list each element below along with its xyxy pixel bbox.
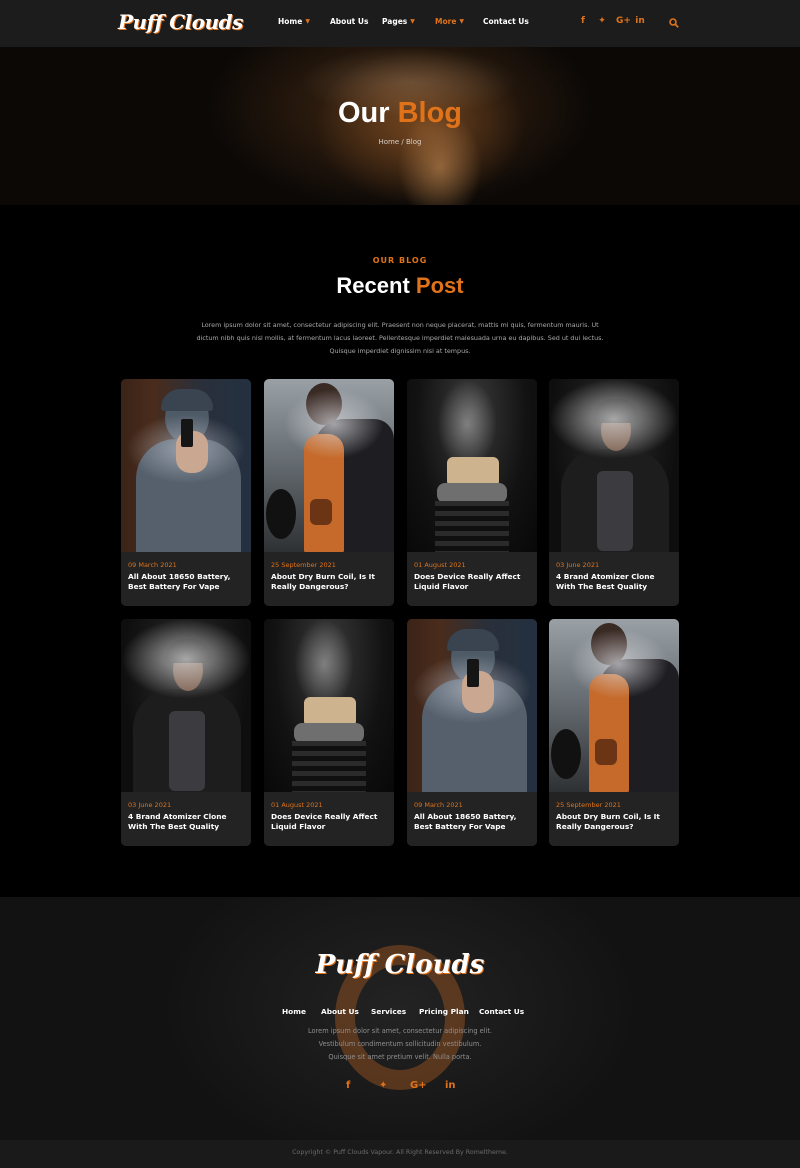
- blog-post-card[interactable]: 25 September 2021 About Dry Burn Coil, I…: [264, 379, 394, 606]
- footer-nav: Home About Us Services Pricing Plan Cont…: [0, 1007, 800, 1019]
- post-image-atomizer[interactable]: [264, 619, 394, 792]
- nav-item-label: Pages: [382, 17, 408, 26]
- site-footer: Puff Clouds Home About Us Services Prici…: [0, 897, 800, 1140]
- top-navbar: Puff Clouds Home ▼ About Us Pages ▼ More ▼ …: [0, 0, 800, 47]
- nav-item-more[interactable]: More ▼: [435, 17, 464, 26]
- nav-item-label: More: [435, 17, 457, 26]
- post-date: 09 March 2021: [414, 801, 463, 809]
- chevron-down-icon: ▼: [410, 18, 415, 25]
- post-image-man-vaping[interactable]: [407, 619, 537, 792]
- post-title-link[interactable]: Does Device Really Affect Liquid Flavor: [271, 812, 387, 832]
- post-image-man-vaping[interactable]: [121, 379, 251, 552]
- facebook-icon[interactable]: f: [346, 1080, 350, 1091]
- post-date: 01 August 2021: [414, 561, 466, 569]
- nav-item-label: Contact Us: [483, 17, 529, 26]
- breadcrumb[interactable]: Home / Blog: [0, 138, 800, 146]
- section-title: Recent Post: [0, 273, 800, 299]
- post-image-hooded-man[interactable]: [549, 379, 679, 552]
- blog-post-card[interactable]: 09 March 2021 All About 18650 Battery, B…: [121, 379, 251, 606]
- nav-item-label: About Us: [330, 17, 369, 26]
- post-date: 09 March 2021: [128, 561, 177, 569]
- post-title-link[interactable]: All About 18650 Battery, Best Battery Fo…: [414, 812, 530, 832]
- linkedin-icon[interactable]: in: [445, 1080, 456, 1091]
- google-plus-icon[interactable]: G+: [410, 1080, 427, 1091]
- post-title-link[interactable]: 4 Brand Atomizer Clone With The Best Qua…: [556, 572, 672, 592]
- footer-nav-home[interactable]: Home: [282, 1007, 306, 1016]
- post-title-link[interactable]: 4 Brand Atomizer Clone With The Best Qua…: [128, 812, 244, 832]
- post-date: 25 September 2021: [271, 561, 336, 569]
- nav-item-contact[interactable]: Contact Us: [483, 17, 529, 26]
- twitter-icon[interactable]: ✦: [597, 16, 607, 26]
- footer-nav-about[interactable]: About Us: [321, 1007, 359, 1016]
- site-logo[interactable]: Puff Clouds: [118, 10, 243, 34]
- blog-post-card[interactable]: 01 August 2021 Does Device Really Affect…: [264, 619, 394, 846]
- twitter-icon[interactable]: ✦: [379, 1080, 387, 1091]
- footer-nav-pricing[interactable]: Pricing Plan: [419, 1007, 469, 1016]
- post-title-link[interactable]: About Dry Burn Coil, Is It Really Danger…: [556, 812, 672, 832]
- section-kicker: OUR BLOG: [372, 256, 428, 265]
- section-title-part2: Post: [415, 273, 464, 298]
- blog-post-card[interactable]: 03 June 2021 4 Brand Atomizer Clone With…: [121, 619, 251, 846]
- page-title-part1: Our: [337, 97, 390, 129]
- section-title-part1: Recent: [336, 273, 410, 298]
- post-title-link[interactable]: All About 18650 Battery, Best Battery Fo…: [128, 572, 244, 592]
- post-image-atomizer[interactable]: [407, 379, 537, 552]
- page-title: Our Blog: [0, 97, 800, 130]
- post-title-link[interactable]: Does Device Really Affect Liquid Flavor: [414, 572, 530, 592]
- post-image-woman-vaping[interactable]: [264, 379, 394, 552]
- nav-item-label: Home: [278, 17, 303, 26]
- post-date: 03 June 2021: [128, 801, 172, 809]
- post-date: 03 June 2021: [556, 561, 600, 569]
- footer-description: Lorem ipsum dolor sit amet, consectetur …: [307, 1027, 493, 1061]
- blog-post-card[interactable]: 01 August 2021 Does Device Really Affect…: [407, 379, 537, 606]
- search-icon[interactable]: [669, 18, 679, 28]
- header-social-links: f ✦ G+ in: [578, 16, 645, 26]
- copyright-bar: Copyright © Puff Clouds Vapour. All Righ…: [0, 1140, 800, 1168]
- footer-logo[interactable]: Puff Clouds: [0, 950, 800, 980]
- blog-post-card[interactable]: 25 September 2021 About Dry Burn Coil, I…: [549, 619, 679, 846]
- post-image-woman-vaping[interactable]: [549, 619, 679, 792]
- post-date: 25 September 2021: [556, 801, 621, 809]
- nav-item-about[interactable]: About Us: [330, 17, 368, 26]
- chevron-down-icon: ▼: [459, 18, 465, 25]
- post-title-link[interactable]: About Dry Burn Coil, Is It Really Danger…: [271, 572, 387, 592]
- blog-post-card[interactable]: 03 June 2021 4 Brand Atomizer Clone With…: [549, 379, 679, 606]
- post-image-hooded-man[interactable]: [121, 619, 251, 792]
- google-plus-icon[interactable]: G+: [616, 16, 631, 26]
- facebook-icon[interactable]: f: [578, 16, 588, 26]
- chevron-down-icon: ▼: [305, 18, 310, 25]
- copyright-text: Copyright © Puff Clouds Vapour. All Righ…: [292, 1149, 508, 1156]
- post-date: 01 August 2021: [271, 801, 323, 809]
- section-intro-text: Lorem ipsum dolor sit amet, consectetur …: [196, 321, 604, 355]
- nav-item-home[interactable]: Home ▼: [278, 17, 310, 26]
- footer-nav-services[interactable]: Services: [371, 1007, 406, 1016]
- page-title-part2: Blog: [397, 97, 463, 129]
- blog-post-card[interactable]: 09 March 2021 All About 18650 Battery, B…: [407, 619, 537, 846]
- footer-nav-contact[interactable]: Contact Us: [479, 1007, 524, 1016]
- linkedin-icon[interactable]: in: [635, 16, 645, 26]
- hero-banner: Our Blog Home / Blog: [0, 47, 800, 205]
- nav-item-pages[interactable]: Pages ▼: [382, 17, 415, 26]
